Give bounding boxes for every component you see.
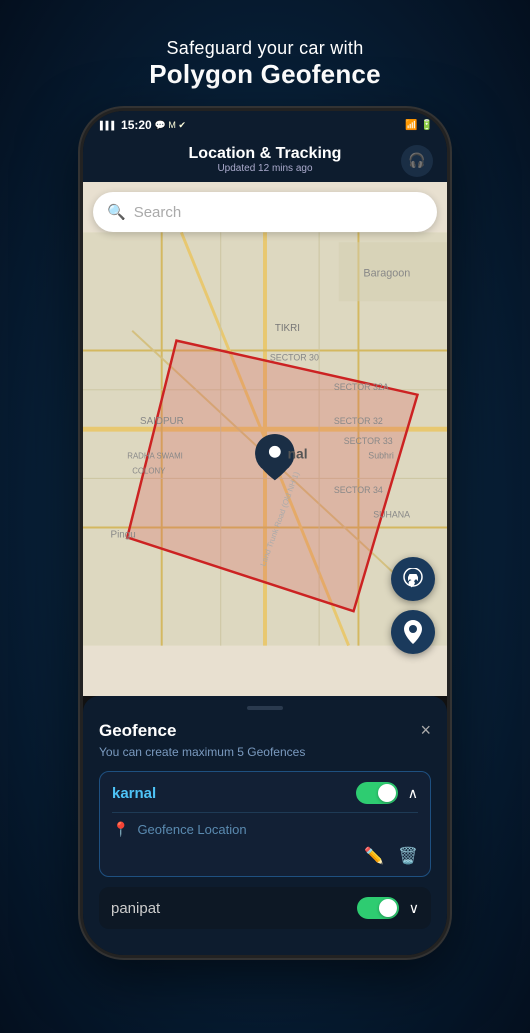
svg-text:Pingu: Pingu (111, 529, 136, 540)
svg-text:nal: nal (288, 447, 308, 462)
svg-text:SECTOR 32A: SECTOR 32A (334, 382, 389, 392)
svg-text:TIKRI: TIKRI (275, 323, 300, 334)
svg-text:SECTOR 33: SECTOR 33 (344, 436, 393, 446)
toggle-panipat[interactable] (357, 897, 399, 919)
panel-title: Geofence (99, 721, 176, 741)
chevron-up-icon[interactable]: ∧ (408, 785, 418, 802)
edit-geofence-button[interactable]: ✏️ (364, 846, 384, 866)
toggle-knob-panipat (379, 899, 397, 917)
header-title: Location & Tracking (189, 145, 342, 163)
hero-subtitle: Safeguard your car with (149, 38, 380, 59)
chevron-down-icon[interactable]: ∨ (409, 900, 419, 917)
svg-text:SAIDPUR: SAIDPUR (140, 416, 184, 427)
panel-handle (247, 706, 283, 710)
car-icon (400, 568, 426, 590)
wifi-icon: 📶 (405, 120, 417, 131)
panel-description: You can create maximum 5 Geofences (99, 745, 431, 759)
geofence-controls-karnal: ∧ (356, 782, 418, 804)
svg-text:SECTOR 32: SECTOR 32 (334, 416, 383, 426)
headphone-button[interactable]: 🎧 (401, 145, 433, 177)
app-header: Location & Tracking Updated 12 mins ago … (83, 139, 447, 182)
phone-frame: ▐▐▐ 15:20 💬 M ✔ 📶 🔋 Location & Tracking … (80, 108, 450, 958)
geofence-row-karnal: karnal ∧ (112, 782, 418, 804)
location-pin-icon: 📍 (112, 821, 129, 838)
headphone-icon: 🎧 (408, 152, 425, 169)
battery-icon: 🔋 (421, 120, 433, 131)
geofence-location-label: Geofence Location (137, 822, 246, 837)
bottom-panel: Geofence × You can create maximum 5 Geof… (83, 696, 447, 955)
geofence-item-panipat: panipat ∨ (99, 887, 431, 929)
notification-icons: 💬 M ✔ (155, 120, 186, 131)
search-input-placeholder: Search (134, 204, 182, 221)
status-bar: ▐▐▐ 15:20 💬 M ✔ 📶 🔋 (83, 111, 447, 139)
search-bar[interactable]: 🔍 Search (93, 192, 437, 232)
svg-text:SECTOR 34: SECTOR 34 (334, 485, 383, 495)
svg-text:COLONY: COLONY (132, 466, 166, 475)
status-right-icons: 📶 🔋 (405, 120, 433, 131)
header-subtitle: Updated 12 mins ago (189, 163, 342, 174)
svg-text:Baragoon: Baragoon (363, 268, 410, 280)
geo-location-row: 📍 Geofence Location (112, 812, 418, 838)
svg-text:SUHANA: SUHANA (373, 510, 410, 520)
toggle-knob-karnal (378, 784, 396, 802)
hero-text: Safeguard your car with Polygon Geofence (149, 38, 380, 90)
svg-text:SECTOR 30: SECTOR 30 (270, 352, 319, 362)
car-location-fab[interactable] (391, 557, 435, 601)
pin-icon (402, 619, 424, 645)
pin-fab[interactable] (391, 610, 435, 654)
geo-action-buttons: ✏️ 🗑️ (112, 846, 418, 866)
svg-text:RADHA SWAMI: RADHA SWAMI (127, 452, 183, 461)
geofence-controls-panipat: ∨ (357, 897, 419, 919)
map-svg: Baragoon TIKRI SECTOR 30 SECTOR 32A SECT… (83, 182, 447, 696)
geofence-name-panipat: panipat (111, 900, 160, 917)
delete-geofence-button[interactable]: 🗑️ (398, 846, 418, 866)
panel-header: Geofence × (99, 720, 431, 741)
hero-title: Polygon Geofence (149, 59, 380, 90)
panel-close-button[interactable]: × (420, 720, 431, 741)
status-time: 15:20 (121, 118, 152, 132)
svg-text:Subhri: Subhri (368, 451, 394, 461)
geofence-row-panipat: panipat ∨ (111, 897, 419, 919)
map-area[interactable]: Baragoon TIKRI SECTOR 30 SECTOR 32A SECT… (83, 182, 447, 696)
header-title-group: Location & Tracking Updated 12 mins ago (189, 145, 342, 174)
search-icon: 🔍 (107, 203, 126, 221)
geofence-item-karnal: karnal ∧ 📍 Geofence Location ✏️ 🗑️ (99, 771, 431, 877)
status-left: ▐▐▐ 15:20 💬 M ✔ (97, 118, 186, 132)
toggle-karnal[interactable] (356, 782, 398, 804)
geofence-name-karnal: karnal (112, 785, 156, 802)
signal-icon: ▐▐▐ (97, 121, 114, 130)
